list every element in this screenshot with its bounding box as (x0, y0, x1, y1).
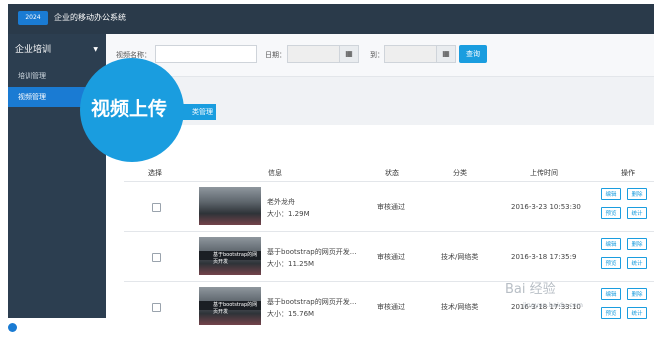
caret-down-icon: ▼ (93, 46, 98, 53)
query-button[interactable]: 查询 (459, 45, 487, 63)
row-checkbox[interactable] (152, 303, 161, 312)
category-management-button[interactable]: 类管理 (180, 104, 216, 120)
sidebar-item-label: 培训管理 (18, 72, 46, 80)
start-date-input[interactable] (287, 45, 341, 63)
delete-button[interactable]: 删除 (627, 188, 647, 200)
video-thumbnail: 基于bootstrap的网页开发 (199, 287, 261, 325)
video-size: 大小：11.25M (267, 260, 315, 268)
row-checkbox[interactable] (152, 203, 161, 212)
sidebar-section-label: 企业培训 (15, 45, 52, 55)
to-label: 到： (370, 51, 384, 59)
header-select: 选择 (148, 169, 162, 177)
upload-time: 2016-3-18 17:35:9 (511, 253, 577, 261)
watermark-logo: Bai 经验 (505, 282, 556, 297)
upload-time: 2016-3-23 10:53:30 (511, 203, 581, 211)
main-content: 视频名称： 日期： ▦ 到： ▦ 查询 类管理 (106, 34, 654, 318)
video-thumbnail (199, 187, 261, 225)
calendar-icon[interactable]: ▦ (436, 45, 456, 63)
video-size: 大小：15.76M (267, 310, 315, 318)
sidebar-section-training[interactable]: 企业培训 ▼ (8, 38, 106, 62)
video-title: 基于bootstrap的网页开发... (267, 298, 357, 306)
app-title: 企业的移动办公系统 (54, 13, 126, 22)
edit-button[interactable]: 编辑 (601, 238, 621, 250)
row-divider (124, 181, 654, 182)
logo-badge: 2024 (18, 11, 48, 25)
header-info: 信息 (268, 169, 282, 177)
stats-button[interactable]: 统计 (627, 207, 647, 219)
edit-button[interactable]: 编辑 (601, 188, 621, 200)
header-actions: 操作 (621, 169, 635, 177)
thumbnail-caption: 基于bootstrap的网页开发 (213, 302, 258, 315)
header-upload-time: 上传时间 (530, 169, 558, 177)
delete-button[interactable]: 删除 (627, 288, 647, 300)
category-text: 技术/网络类 (441, 303, 479, 311)
sidebar-item-label: 视频管理 (18, 93, 46, 101)
date-label: 日期： (265, 51, 286, 59)
edit-button[interactable]: 编辑 (601, 288, 621, 300)
header-category: 分类 (453, 169, 467, 177)
stats-button[interactable]: 统计 (627, 257, 647, 269)
row-checkbox[interactable] (152, 253, 161, 262)
video-name-input[interactable] (155, 45, 257, 63)
preview-button[interactable]: 预览 (601, 307, 621, 319)
status-text: 审核通过 (377, 253, 405, 261)
row-divider (124, 231, 654, 232)
stats-button[interactable]: 统计 (627, 307, 647, 319)
thumbnail-caption: 基于bootstrap的网页开发 (213, 252, 258, 265)
top-bar: 2024 企业的移动办公系统 (8, 4, 654, 34)
video-title: 老外龙舟 (267, 198, 295, 206)
watermark-url: jingyan.baidu.com (523, 301, 583, 309)
status-text: 审核通过 (377, 203, 405, 211)
video-thumbnail: 基于bootstrap的网页开发 (199, 237, 261, 275)
header-status: 状态 (385, 169, 399, 177)
preview-button[interactable]: 预览 (601, 257, 621, 269)
status-text: 审核通过 (377, 303, 405, 311)
filter-bar: 视频名称： 日期： ▦ 到： ▦ 查询 (106, 34, 654, 77)
video-title: 基于bootstrap的网页开发... (267, 248, 357, 256)
step-dot-icon (8, 323, 17, 332)
row-divider (124, 281, 654, 282)
video-size: 大小：1.29M (267, 210, 310, 218)
calendar-icon[interactable]: ▦ (339, 45, 359, 63)
category-text: 技术/网络类 (441, 253, 479, 261)
preview-button[interactable]: 预览 (601, 207, 621, 219)
delete-button[interactable]: 删除 (627, 238, 647, 250)
video-upload-highlight[interactable]: 视频上传 (91, 96, 167, 122)
end-date-input[interactable] (384, 45, 438, 63)
